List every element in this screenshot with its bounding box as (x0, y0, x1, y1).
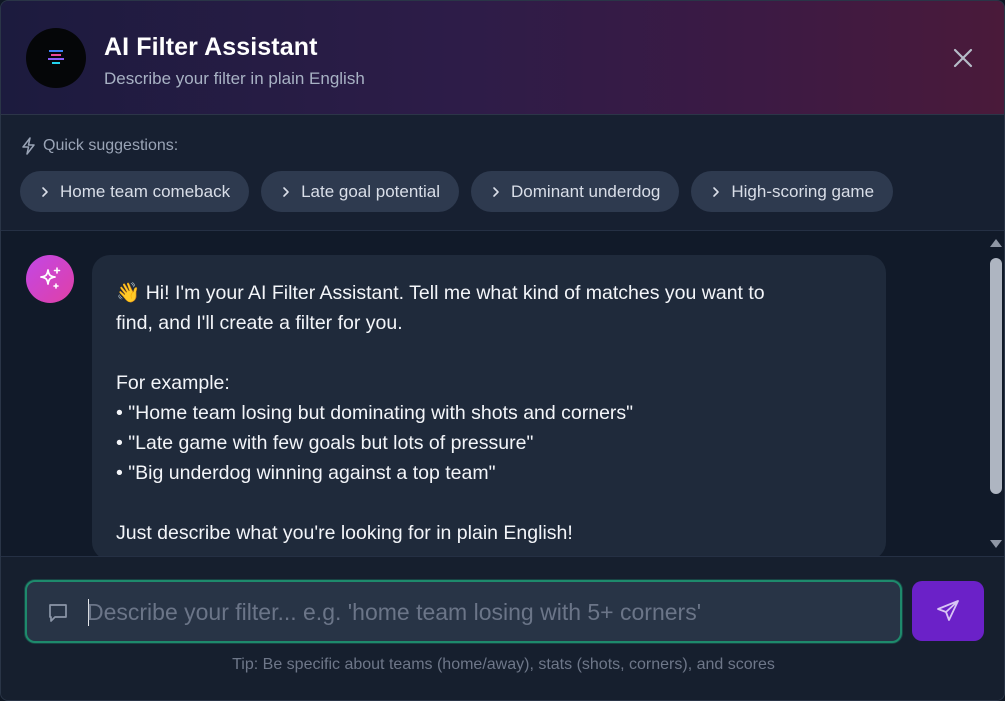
chevron-right-icon (491, 186, 501, 198)
dialog-header: AI Filter Assistant Describe your filter… (1, 1, 1004, 115)
send-button[interactable] (912, 581, 984, 641)
quick-suggestions-label: Quick suggestions: (43, 137, 179, 154)
dialog-title: AI Filter Assistant (104, 33, 318, 61)
message-icon (49, 604, 67, 622)
assistant-message-bubble: 👋 Hi! I'm your AI Filter Assistant. Tell… (92, 255, 886, 556)
dialog-subtitle: Describe your filter in plain English (104, 69, 365, 88)
suggestion-chip-label: High-scoring game (731, 181, 875, 201)
quick-suggestions-header: Quick suggestions: (20, 137, 178, 155)
send-icon (937, 600, 959, 621)
suggestion-chip-dominant-underdog[interactable]: Dominant underdog (471, 171, 680, 212)
chat-messages-area[interactable]: 👋 Hi! I'm your AI Filter Assistant. Tell… (1, 231, 1004, 556)
quick-suggestions-section: Quick suggestions: Home team comeback La… (1, 115, 1004, 231)
input-tip: Tip: Be specific about teams (home/away)… (232, 656, 775, 673)
suggestion-chips: Home team comeback Late goal potential D… (20, 171, 894, 212)
close-icon (953, 48, 973, 68)
message-line: 👋 Hi! I'm your AI Filter Assistant. Tell… (116, 278, 862, 308)
suggestion-chip-label: Dominant underdog (511, 181, 661, 201)
suggestion-chip-label: Home team comeback (60, 181, 231, 201)
app-logo-icon (26, 28, 86, 88)
chat-scrollbar[interactable] (986, 231, 1004, 556)
suggestion-chip-home-team-comeback[interactable]: Home team comeback (20, 171, 250, 212)
suggestion-chip-high-scoring-game[interactable]: High-scoring game (691, 171, 894, 212)
lightning-icon (22, 137, 35, 155)
filter-description-input[interactable] (87, 590, 887, 634)
close-button[interactable] (947, 42, 979, 74)
assistant-avatar (26, 255, 74, 303)
suggestion-chip-label: Late goal potential (301, 181, 441, 201)
chevron-right-icon (281, 186, 291, 198)
ai-filter-assistant-dialog: AI Filter Assistant Describe your filter… (0, 0, 1005, 701)
suggestion-chip-late-goal-potential[interactable]: Late goal potential (261, 171, 460, 212)
examples-heading: For example: (116, 372, 230, 394)
scroll-up-arrow-icon[interactable] (989, 237, 1003, 249)
example-item: • "Late game with few goals but lots of … (116, 432, 534, 454)
message-input-area: Tip: Be specific about teams (home/away)… (1, 556, 1004, 700)
filter-input-box[interactable] (25, 580, 902, 643)
example-item: • "Big underdog winning against a top te… (116, 462, 496, 484)
wave-emoji: 👋 (116, 282, 141, 304)
chevron-right-icon (40, 186, 50, 198)
message-line: find, and I'll create a filter for you. (116, 312, 403, 334)
chevron-right-icon (711, 186, 721, 198)
scrollbar-thumb[interactable] (990, 258, 1002, 494)
sparkles-icon (40, 267, 61, 289)
message-text: Hi! I'm your AI Filter Assistant. Tell m… (145, 282, 765, 304)
scroll-down-arrow-icon[interactable] (989, 538, 1003, 550)
message-closing: Just describe what you're looking for in… (116, 522, 573, 544)
example-item: • "Home team losing but dominating with … (116, 402, 634, 424)
